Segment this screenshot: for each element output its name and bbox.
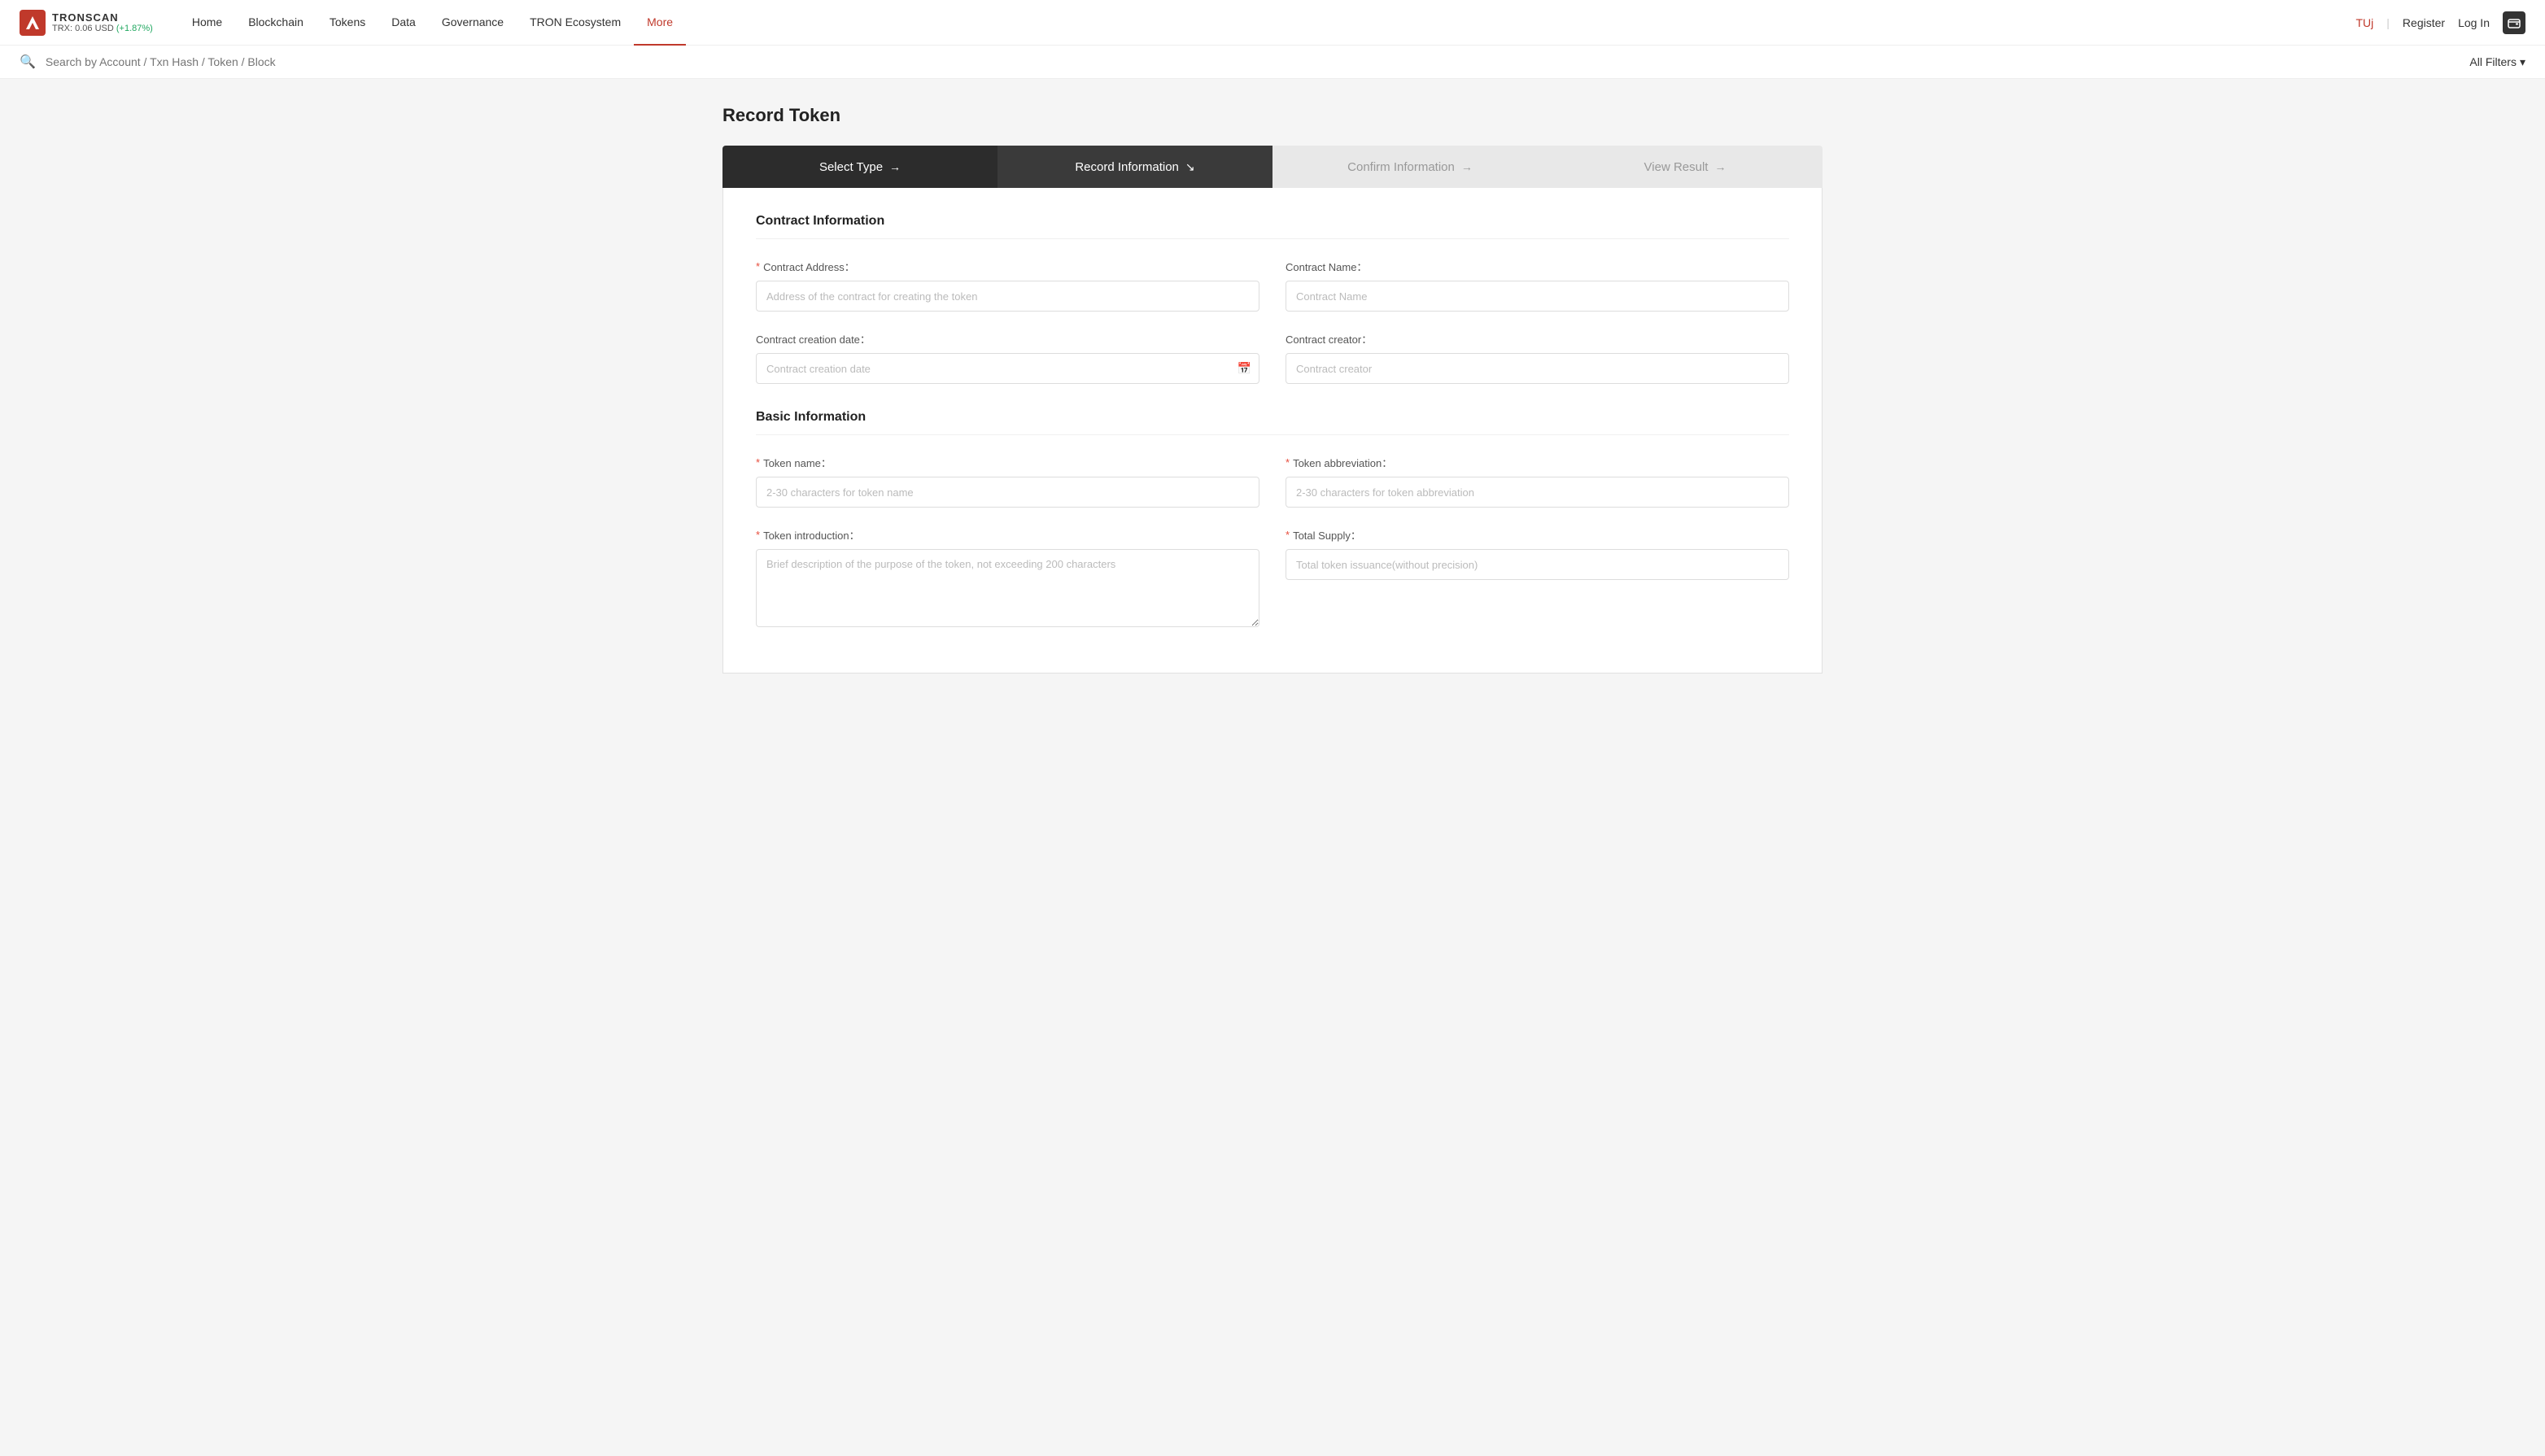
nav-tron-ecosystem[interactable]: TRON Ecosystem bbox=[517, 0, 634, 46]
search-input[interactable] bbox=[46, 55, 2460, 68]
chevron-down-icon: ▾ bbox=[2520, 55, 2525, 69]
nav-login[interactable]: Log In bbox=[2458, 16, 2490, 29]
contract-creation-date-label: Contract creation date： bbox=[756, 331, 1259, 347]
search-filter[interactable]: All Filters ▾ bbox=[2469, 55, 2525, 69]
tronscan-logo-icon bbox=[20, 10, 46, 36]
token-introduction-required-star: * bbox=[756, 529, 760, 541]
token-name-required-star: * bbox=[756, 456, 760, 469]
contract-row-2: Contract creation date： 📅 Contract creat… bbox=[756, 331, 1789, 384]
nav-user[interactable]: TUj bbox=[2356, 16, 2374, 29]
nav-more[interactable]: More bbox=[634, 0, 686, 46]
nav-register[interactable]: Register bbox=[2403, 16, 2445, 29]
step-arrow-3: → bbox=[1714, 160, 1726, 173]
total-supply-required-star: * bbox=[1286, 529, 1290, 541]
step-confirm-info[interactable]: Confirm Information → bbox=[1272, 146, 1548, 188]
nav-home[interactable]: Home bbox=[179, 0, 235, 46]
search-bar: 🔍 All Filters ▾ bbox=[0, 46, 2545, 79]
basic-info-title: Basic Information bbox=[756, 410, 1789, 435]
token-introduction-group: * Token introduction： bbox=[756, 527, 1259, 627]
contract-info-title: Contract Information bbox=[756, 214, 1789, 239]
token-abbreviation-required-star: * bbox=[1286, 456, 1290, 469]
contract-creator-input[interactable] bbox=[1286, 353, 1789, 384]
main-content: Record Token Select Type → Record Inform… bbox=[703, 79, 1842, 700]
nav-links: Home Blockchain Tokens Data Governance T… bbox=[179, 0, 2356, 46]
step-arrow-1: ↘ bbox=[1185, 160, 1195, 174]
token-abbreviation-input[interactable] bbox=[1286, 477, 1789, 508]
contract-creation-date-input[interactable] bbox=[756, 353, 1259, 384]
page-title: Record Token bbox=[722, 105, 1823, 126]
navbar: TRONSCAN TRX: 0.06 USD (+1.87%) Home Blo… bbox=[0, 0, 2545, 46]
contract-row-1: * Contract Address： Contract Name： bbox=[756, 259, 1789, 312]
basic-row-1: * Token name： * Token abbreviation： bbox=[756, 455, 1789, 508]
total-supply-label: * Total Supply： bbox=[1286, 527, 1789, 543]
token-introduction-input[interactable] bbox=[756, 549, 1259, 627]
creation-date-input-wrap: 📅 bbox=[756, 353, 1259, 384]
logo[interactable]: TRONSCAN TRX: 0.06 USD (+1.87%) bbox=[20, 10, 153, 36]
step-arrow-2: → bbox=[1461, 160, 1473, 173]
nav-governance[interactable]: Governance bbox=[429, 0, 517, 46]
contract-creation-date-group: Contract creation date： 📅 bbox=[756, 331, 1259, 384]
logo-name: TRONSCAN bbox=[52, 12, 153, 23]
contract-address-required-star: * bbox=[756, 260, 760, 272]
token-name-group: * Token name： bbox=[756, 455, 1259, 508]
step-view-result[interactable]: View Result → bbox=[1548, 146, 1823, 188]
nav-data[interactable]: Data bbox=[378, 0, 429, 46]
nav-right: TUj | Register Log In bbox=[2356, 11, 2526, 34]
token-introduction-label: * Token introduction： bbox=[756, 527, 1259, 543]
contract-address-group: * Contract Address： bbox=[756, 259, 1259, 312]
nav-tokens[interactable]: Tokens bbox=[316, 0, 378, 46]
form-section: Contract Information * Contract Address：… bbox=[722, 188, 1823, 674]
contract-name-label: Contract Name： bbox=[1286, 259, 1789, 274]
contract-creator-group: Contract creator： bbox=[1286, 331, 1789, 384]
contract-address-label: * Contract Address： bbox=[756, 259, 1259, 274]
contract-name-input[interactable] bbox=[1286, 281, 1789, 312]
total-supply-group: * Total Supply： bbox=[1286, 527, 1789, 627]
wallet-icon[interactable] bbox=[2503, 11, 2525, 34]
token-name-input[interactable] bbox=[756, 477, 1259, 508]
token-abbreviation-label: * Token abbreviation： bbox=[1286, 455, 1789, 470]
basic-row-2: * Token introduction： * Total Supply： bbox=[756, 527, 1789, 627]
step-select-type[interactable]: Select Type → bbox=[722, 146, 997, 188]
search-icon: 🔍 bbox=[20, 54, 36, 70]
total-supply-input[interactable] bbox=[1286, 549, 1789, 580]
logo-price: TRX: 0.06 USD (+1.87%) bbox=[52, 24, 153, 33]
contract-address-input[interactable] bbox=[756, 281, 1259, 312]
token-abbreviation-group: * Token abbreviation： bbox=[1286, 455, 1789, 508]
nav-blockchain[interactable]: Blockchain bbox=[235, 0, 316, 46]
contract-name-group: Contract Name： bbox=[1286, 259, 1789, 312]
contract-creator-label: Contract creator： bbox=[1286, 331, 1789, 347]
step-arrow-0: → bbox=[889, 160, 901, 173]
step-record-info[interactable]: Record Information ↘ bbox=[997, 146, 1272, 188]
steps-bar: Select Type → Record Information ↘ Confi… bbox=[722, 146, 1823, 188]
basic-info-section: Basic Information * Token name： * Token … bbox=[756, 410, 1789, 627]
token-name-label: * Token name： bbox=[756, 455, 1259, 470]
nav-divider: | bbox=[2386, 16, 2390, 29]
